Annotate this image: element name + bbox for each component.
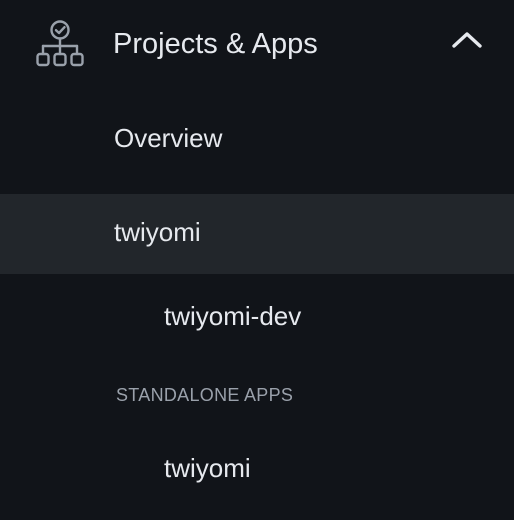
sidebar-item-standalone-twiyomi[interactable]: twiyomi <box>0 436 514 496</box>
sidebar-item-twiyomi[interactable]: twiyomi <box>0 194 514 274</box>
standalone-apps-heading: STANDALONE APPS <box>116 385 294 405</box>
sidebar-item-overview[interactable]: Overview <box>0 108 514 168</box>
org-chart-icon <box>34 18 86 70</box>
sidebar-item-label: twiyomi <box>114 217 201 247</box>
projects-apps-section-header[interactable]: Projects & Apps <box>0 0 514 90</box>
section-title: Projects & Apps <box>113 28 318 60</box>
sidebar-item-label: twiyomi-dev <box>164 301 302 331</box>
sidebar-nav: Projects & Apps Overview twiyomi twiyomi… <box>0 0 514 520</box>
sidebar-item-label: Overview <box>114 123 223 153</box>
sidebar-item-label: twiyomi <box>164 453 251 483</box>
sidebar-item-twiyomi-dev[interactable]: twiyomi-dev <box>0 286 514 346</box>
chevron-up-icon[interactable] <box>448 26 488 54</box>
